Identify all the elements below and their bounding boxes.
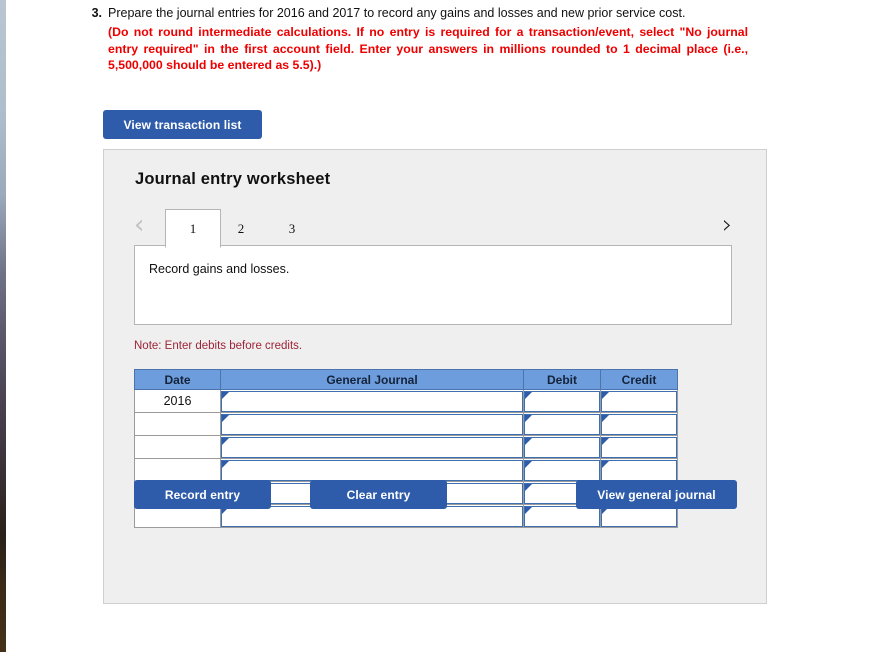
credit-field-input[interactable] (601, 436, 677, 458)
question-body: Prepare the journal entries for 2016 and… (108, 5, 748, 74)
cell-account-field (220, 389, 524, 413)
cell-debit-field (523, 458, 601, 482)
debits-before-credits-note: Note: Enter debits before credits. (134, 340, 303, 352)
tab-entry-2[interactable]: 2 (230, 209, 252, 248)
cell-date (134, 458, 221, 482)
credit-field-input[interactable] (601, 413, 677, 435)
cell-date: 2016 (134, 389, 221, 413)
worksheet-title: Journal entry worksheet (135, 170, 331, 188)
page-root: 3. Prepare the journal entries for 2016 … (0, 0, 882, 652)
column-header-debit: Debit (523, 369, 601, 390)
chevron-left-icon[interactable]: ‹ (134, 210, 144, 240)
cell-date (134, 412, 221, 436)
entry-description-box: Record gains and losses. (134, 245, 732, 325)
table-row (134, 458, 678, 482)
table-row (134, 435, 678, 459)
cell-credit-field (600, 458, 678, 482)
table-row: 2016 (134, 389, 678, 413)
account-field-input[interactable] (221, 390, 523, 412)
worksheet-tabstrip: ‹ 1 2 3 › (104, 206, 768, 248)
entry-description-text: Record gains and losses. (149, 262, 290, 276)
question-number: 3. (91, 6, 102, 20)
view-general-journal-button[interactable]: View general journal (576, 480, 737, 509)
question-instructions-text: (Do not round intermediate calculations.… (108, 25, 748, 72)
column-header-credit: Credit (600, 369, 678, 390)
cell-account-field (220, 458, 524, 482)
cell-debit-field (523, 389, 601, 413)
debit-field-input[interactable] (524, 436, 600, 458)
table-row (134, 412, 678, 436)
cell-credit-field (600, 412, 678, 436)
record-entry-button[interactable]: Record entry (134, 480, 271, 509)
question-lead-text: Prepare the journal entries for 2016 and… (108, 6, 686, 20)
cell-debit-field (523, 412, 601, 436)
clear-entry-button[interactable]: Clear entry (310, 480, 447, 509)
chevron-right-icon[interactable]: › (722, 210, 732, 240)
column-header-date: Date (134, 369, 221, 390)
column-header-general-journal: General Journal (220, 369, 524, 390)
question-block: 3. Prepare the journal entries for 2016 … (88, 5, 748, 74)
account-field-input[interactable] (221, 413, 523, 435)
credit-field-input[interactable] (601, 459, 677, 481)
account-field-input[interactable] (221, 436, 523, 458)
account-field-input[interactable] (221, 459, 523, 481)
cell-credit-field (600, 389, 678, 413)
journal-table-head: Date General Journal Debit Credit (134, 369, 678, 390)
credit-field-input[interactable] (601, 390, 677, 412)
desktop-wallpaper-strip (0, 0, 6, 652)
cell-account-field (220, 412, 524, 436)
cell-date (134, 435, 221, 459)
debit-field-input[interactable] (524, 413, 600, 435)
journal-table-header-row: Date General Journal Debit Credit (134, 369, 678, 390)
cell-account-field (220, 435, 524, 459)
journal-entry-worksheet-panel: Journal entry worksheet ‹ 1 2 3 › Record… (103, 149, 767, 604)
debit-field-input[interactable] (524, 390, 600, 412)
tab-entry-3[interactable]: 3 (281, 209, 303, 248)
tab-entry-1[interactable]: 1 (165, 209, 221, 248)
cell-credit-field (600, 435, 678, 459)
cell-debit-field (523, 435, 601, 459)
view-transaction-list-button[interactable]: View transaction list (103, 110, 262, 139)
debit-field-input[interactable] (524, 459, 600, 481)
